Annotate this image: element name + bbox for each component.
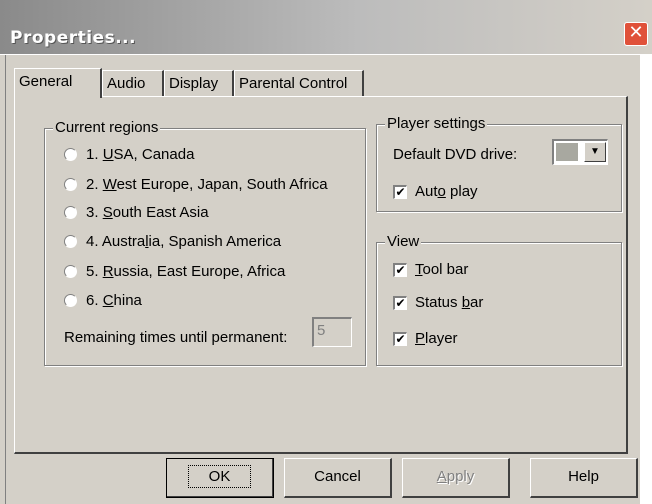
tab-general[interactable]: General <box>14 68 102 98</box>
player-label: Player <box>415 330 458 347</box>
tab-audio[interactable]: Audio <box>102 70 164 96</box>
tab-display[interactable]: Display <box>164 70 234 96</box>
region-label: 4. Australia, Spanish America <box>86 233 282 250</box>
player-settings-label: Player settings <box>385 115 488 133</box>
help-button[interactable]: Help <box>530 458 638 498</box>
current-regions-label: Current regions <box>53 119 161 137</box>
radio-button[interactable] <box>64 265 77 278</box>
close-icon[interactable]: ✕ <box>624 22 648 46</box>
dvd-drive-dropdown[interactable]: ▼ <box>552 139 608 165</box>
player-checkbox[interactable]: ✔ <box>393 332 407 346</box>
autoplay-label: Auto play <box>415 183 478 200</box>
view-group: View <box>376 233 622 366</box>
toolbar-checkbox[interactable]: ✔ <box>393 263 407 277</box>
chevron-down-icon[interactable]: ▼ <box>584 142 606 162</box>
tab-display-label: Display <box>169 75 219 92</box>
remaining-times-field: 5 <box>312 317 352 347</box>
tab-general-label: General <box>19 73 73 90</box>
view-label: View <box>385 233 422 251</box>
remaining-times-label: Remaining times until permanent: <box>64 329 288 346</box>
dvd-drive-value <box>556 143 578 161</box>
radio-button[interactable] <box>64 178 77 191</box>
apply-button[interactable]: Apply <box>402 458 510 498</box>
statusbar-checkbox[interactable]: ✔ <box>393 296 407 310</box>
cancel-button[interactable]: Cancel <box>284 458 392 498</box>
region-label: 2. West Europe, Japan, South Africa <box>86 176 328 193</box>
region-label: 1. USA, Canada <box>86 146 195 163</box>
autoplay-checkbox[interactable]: ✔ <box>393 185 407 199</box>
radio-button[interactable] <box>64 206 77 219</box>
statusbar-label: Status bar <box>415 294 484 311</box>
radio-button[interactable] <box>64 294 77 307</box>
player-settings-group: Player settings <box>376 115 622 212</box>
tab-parental-control[interactable]: Parental Control <box>234 70 364 96</box>
radio-button[interactable] <box>64 148 77 161</box>
title-bar[interactable]: Properties... ✕ <box>0 0 652 55</box>
radio-button[interactable] <box>64 235 77 248</box>
window-frame-right <box>640 55 652 504</box>
region-label: 3. South East Asia <box>86 204 209 221</box>
tab-parental-control-label: Parental Control <box>239 75 348 92</box>
ok-button-label: OK <box>187 465 252 488</box>
region-label: 5. Russia, East Europe, Africa <box>86 263 286 280</box>
default-dvd-drive-label: Default DVD drive: <box>393 146 518 163</box>
ok-button[interactable]: OK <box>166 458 274 498</box>
region-label: 6. China <box>86 292 142 309</box>
tab-audio-label: Audio <box>107 75 146 92</box>
toolbar-label: Tool bar <box>415 261 469 278</box>
window-frame-left <box>0 55 6 504</box>
window-title: Properties... <box>10 28 137 48</box>
